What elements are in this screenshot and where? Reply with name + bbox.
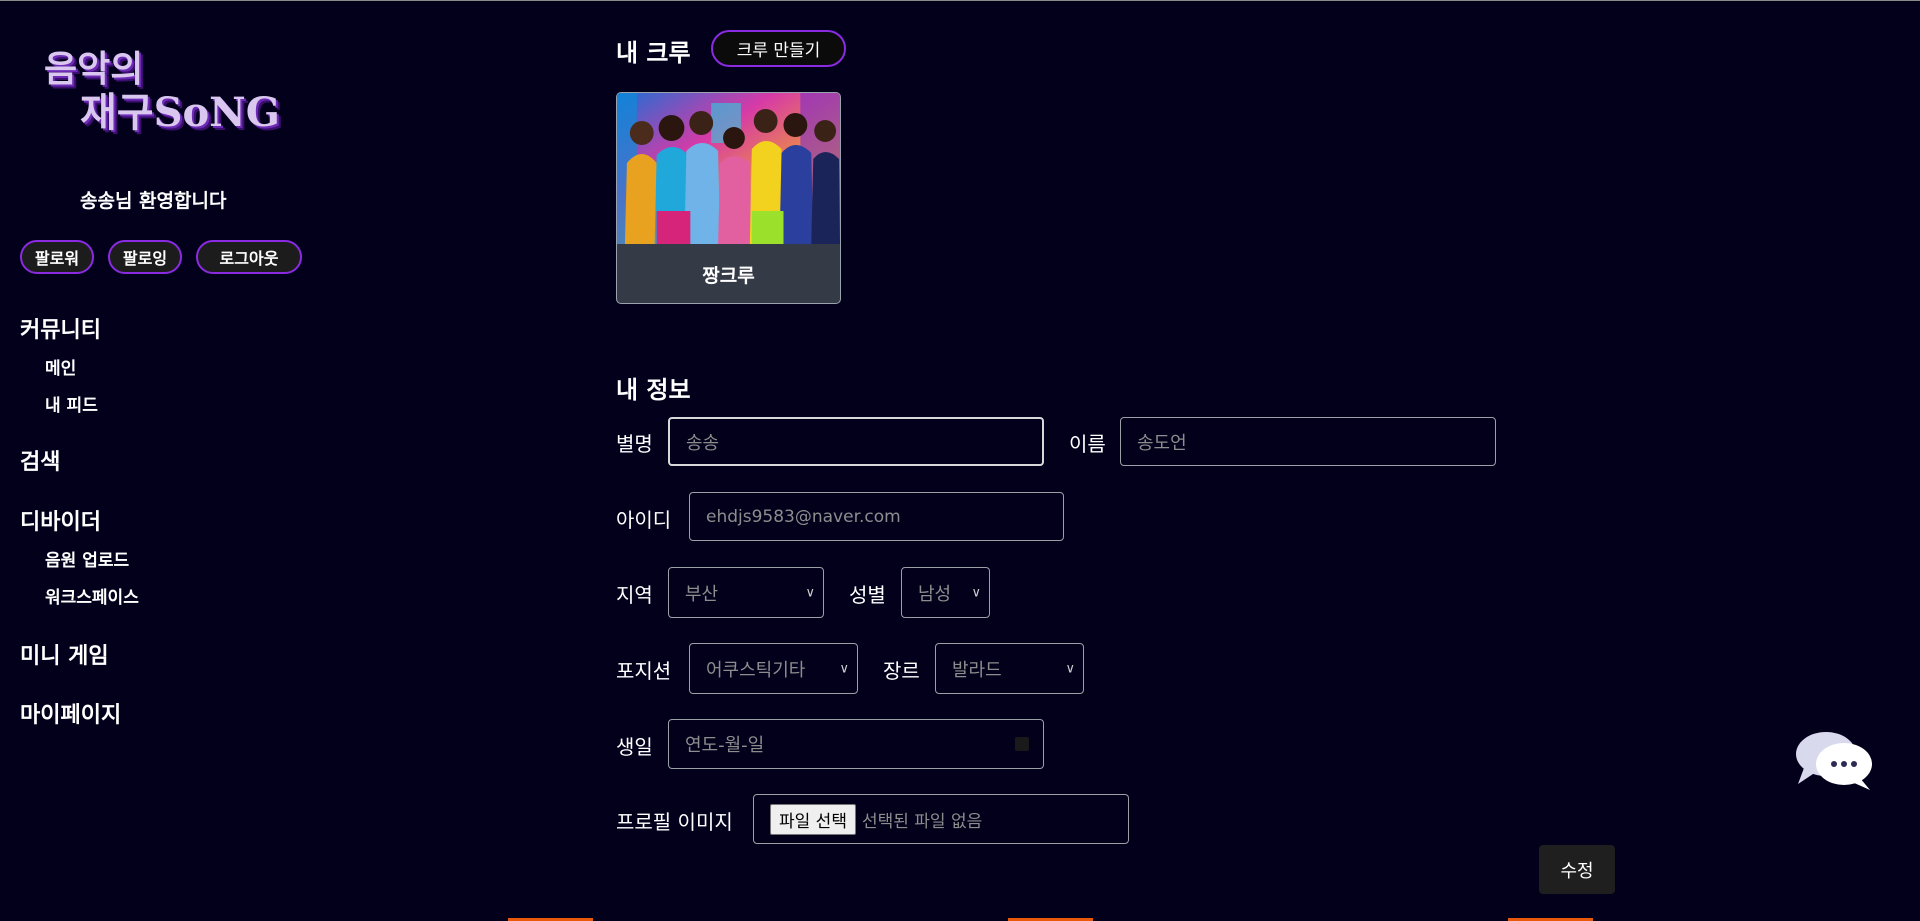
nav-community-heading[interactable]: 커뮤니티	[20, 312, 101, 344]
nav-divider: 디바이더 음원 업로드 워크스페이스	[20, 504, 139, 608]
chat-bubbles-icon[interactable]	[1794, 730, 1874, 792]
sidebar: 음악의 재구SoNG 송송님 환영합니다 팔로워 팔로잉 로그아웃 커뮤니티 메…	[0, 0, 320, 921]
my-crew-title: 내 크루	[616, 39, 691, 67]
crew-image	[617, 93, 840, 244]
profile-image-input[interactable]: 파일 선택 선택된 파일 없음	[753, 794, 1129, 844]
file-status: 선택된 파일 없음	[861, 811, 983, 832]
nav-community: 커뮤니티 메인 내 피드	[20, 312, 101, 416]
chevron-down-icon: ∨	[805, 585, 815, 600]
profile-image-label: 프로필 이미지	[616, 810, 733, 834]
nav-divider-heading[interactable]: 디바이더	[20, 504, 139, 536]
crew-card[interactable]: 짱크루	[616, 92, 841, 304]
nav-mypage: 마이페이지	[20, 697, 121, 729]
region-selected: 부산	[685, 583, 719, 605]
name-label: 이름	[1069, 432, 1106, 456]
following-button[interactable]: 팔로잉	[108, 240, 182, 274]
gender-selected: 남성	[918, 583, 952, 605]
region-label: 지역	[616, 583, 653, 607]
birthday-placeholder: 연도-월-일	[685, 735, 765, 756]
genre-selected: 발라드	[952, 659, 1002, 681]
nickname-label: 별명	[616, 432, 653, 456]
nav-search-heading[interactable]: 검색	[20, 444, 60, 476]
calendar-icon[interactable]	[1015, 737, 1029, 751]
account-buttons: 팔로워 팔로잉 로그아웃	[20, 240, 302, 274]
nav-item-main[interactable]: 메인	[45, 354, 101, 379]
nav-minigame-heading[interactable]: 미니 게임	[20, 638, 109, 670]
birthday-label: 생일	[616, 735, 653, 759]
region-select[interactable]: 부산 ∨	[668, 567, 824, 618]
choose-file-button[interactable]: 파일 선택	[770, 803, 856, 835]
logo-line2: 재구SoNG	[80, 89, 280, 136]
gender-label: 성별	[849, 583, 886, 607]
nav-item-my-feed[interactable]: 내 피드	[45, 391, 101, 416]
my-info-title: 내 정보	[616, 376, 691, 404]
chevron-down-icon: ∨	[1065, 661, 1075, 676]
name-input[interactable]: 송도언	[1120, 417, 1496, 466]
position-select[interactable]: 어쿠스틱기타 ∨	[689, 643, 858, 694]
followers-button[interactable]: 팔로워	[20, 240, 94, 274]
logout-button[interactable]: 로그아웃	[196, 240, 302, 274]
create-crew-button[interactable]: 크루 만들기	[711, 30, 846, 67]
position-selected: 어쿠스틱기타	[706, 659, 806, 681]
logo[interactable]: 음악의 재구SoNG	[44, 36, 304, 136]
user-id-input[interactable]: ehdjs9583@naver.com	[689, 492, 1064, 541]
position-label: 포지션	[616, 659, 672, 683]
genre-select[interactable]: 발라드 ∨	[935, 643, 1084, 694]
nav-mypage-heading[interactable]: 마이페이지	[20, 697, 121, 729]
crew-name: 짱크루	[702, 264, 755, 287]
gender-select[interactable]: 남성 ∨	[901, 567, 990, 618]
birthday-input[interactable]: 연도-월-일	[668, 719, 1044, 769]
user-id-label: 아이디	[616, 508, 672, 532]
nav-item-workspace[interactable]: 워크스페이스	[45, 583, 139, 608]
chevron-down-icon: ∨	[839, 661, 849, 676]
welcome-message: 송송님 환영합니다	[80, 190, 227, 212]
genre-label: 장르	[883, 659, 920, 683]
nav-search: 검색	[20, 444, 60, 476]
nav-item-upload[interactable]: 음원 업로드	[45, 546, 139, 571]
nav-minigame: 미니 게임	[20, 638, 109, 670]
chevron-down-icon: ∨	[971, 585, 981, 600]
update-button[interactable]: 수정	[1539, 845, 1615, 894]
nickname-input[interactable]: 송송	[668, 417, 1044, 466]
